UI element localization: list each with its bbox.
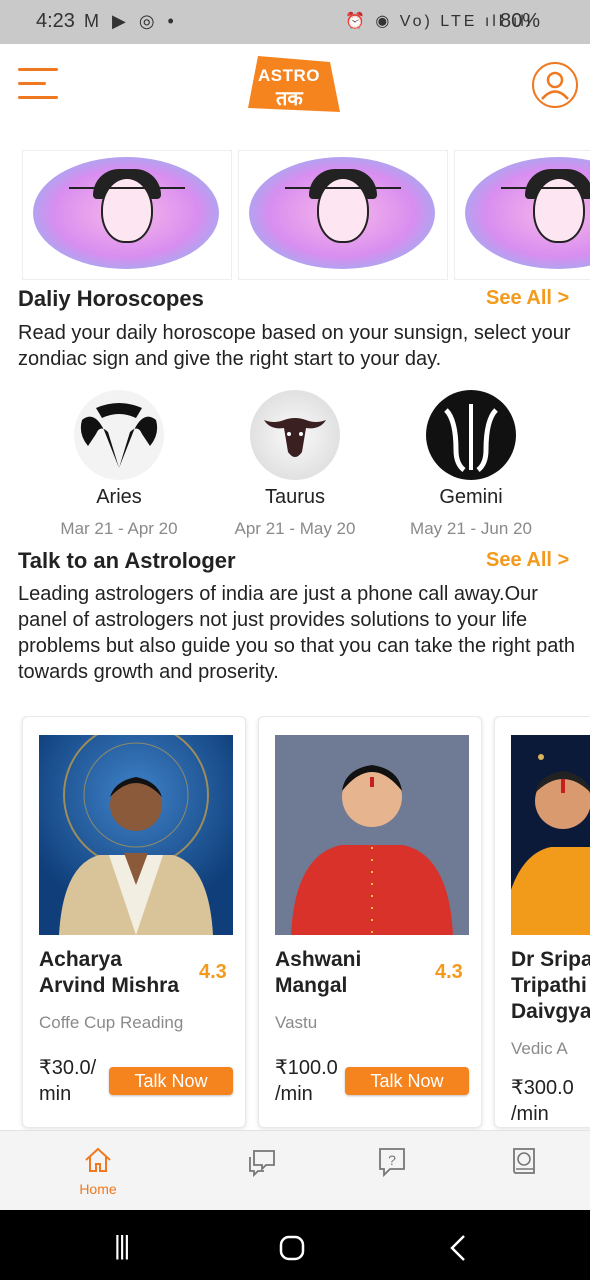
astrologer-photo — [275, 735, 469, 935]
astrologers-title: Talk to an Astrologer — [18, 548, 236, 573]
gemini-icon — [426, 390, 516, 480]
astrologer-specialty: Coffe Cup Reading — [39, 1013, 184, 1032]
astrologer-price: ₹300.0 /min — [511, 1077, 574, 1125]
sign-dates: Apr 21 - May 20 — [234, 519, 356, 538]
book-icon — [513, 1148, 535, 1174]
astrologers-description: Leading astrologers of india are just a … — [18, 583, 576, 683]
banner-card[interactable] — [238, 150, 448, 280]
astrologer-photo — [511, 735, 590, 935]
svg-text:?: ? — [388, 1152, 396, 1168]
astrologer-photo — [39, 735, 233, 935]
status-time: 4:23 — [36, 10, 75, 32]
astrologer-specialty: Vedic A — [511, 1039, 568, 1058]
astrologer-card[interactable]: Ashwani Mangal 4.3 Vastu ₹100.0 /min Tal… — [258, 716, 482, 1128]
astrologer-price: ₹100.0 /min — [275, 1057, 338, 1105]
nav-questions[interactable]: ? — [357, 1145, 427, 1182]
astrologer-price: ₹30.0/ min — [39, 1057, 97, 1105]
bottom-navigation: Home ? — [0, 1130, 590, 1210]
horoscope-banner-carousel[interactable] — [0, 150, 590, 282]
astrologer-name: Ashwani Mangal — [275, 948, 362, 997]
astrologer-card[interactable]: Acharya Arvind Mishra 4.3 Coffe Cup Read… — [22, 716, 246, 1128]
notification-icons: M ▶ ◎ • — [84, 11, 178, 31]
battery-level: 80% — [500, 10, 541, 32]
astrologer-rating: 4.3 — [435, 961, 463, 983]
sign-name: Gemini — [439, 486, 503, 508]
back-button[interactable] — [446, 1230, 470, 1272]
libra-scale-icon — [69, 187, 185, 189]
sign-taurus[interactable]: Taurus Apr 21 - May 20 — [220, 390, 370, 539]
taurus-icon — [250, 390, 340, 480]
app-logo[interactable]: ASTRO तक — [246, 52, 342, 116]
profile-icon[interactable] — [532, 62, 578, 108]
home-icon — [85, 1147, 111, 1172]
astrologer-name: Acharya Arvind Mishra — [39, 948, 180, 997]
app-header: ASTRO तक — [0, 44, 590, 128]
banner-card[interactable] — [22, 150, 232, 280]
astrologer-card[interactable]: Dr Sripati Tripathi Daivgya Vedic A ₹300… — [494, 716, 590, 1128]
astrologer-carousel[interactable]: Acharya Arvind Mishra 4.3 Coffe Cup Read… — [0, 716, 590, 1130]
nav-chat[interactable] — [227, 1145, 297, 1182]
astrologers-see-all-link[interactable]: See All > — [486, 549, 569, 572]
chat-icon — [249, 1150, 275, 1178]
home-button[interactable] — [278, 1230, 306, 1270]
question-icon: ? — [379, 1148, 405, 1178]
sign-name: Taurus — [264, 486, 326, 508]
sign-aries[interactable]: Aries Mar 21 - Apr 20 — [44, 390, 194, 539]
astrologer-specialty: Vastu — [275, 1013, 318, 1032]
menu-icon[interactable] — [18, 66, 60, 102]
banner-card[interactable] — [454, 150, 590, 280]
nav-label: Home — [79, 1181, 117, 1197]
status-bar: 4:23 M ▶ ◎ • ⏰ ◉ Vo) LTE ıll ıll 80% — [0, 0, 590, 44]
libra-scale-icon — [285, 187, 401, 189]
nav-library[interactable] — [489, 1145, 559, 1182]
libra-scale-icon — [501, 187, 590, 189]
sign-gemini[interactable]: Gemini May 21 - Jun 20 — [396, 390, 546, 539]
sign-name: Aries — [96, 486, 142, 508]
nav-home[interactable]: Home — [63, 1145, 133, 1197]
talk-now-button[interactable]: Talk Now — [345, 1067, 469, 1095]
sign-dates: May 21 - Jun 20 — [410, 519, 532, 538]
recents-button[interactable]: ||| — [114, 1230, 130, 1261]
astrologer-rating: 4.3 — [199, 961, 227, 983]
aries-icon — [74, 390, 164, 480]
astrologer-name: Dr Sripati Tripathi Daivgya — [511, 948, 590, 1023]
talk-now-button[interactable]: Talk Now — [109, 1067, 233, 1095]
horoscopes-title: Daliy Horoscopes — [18, 286, 204, 311]
horoscopes-see-all-link[interactable]: See All > — [486, 287, 569, 310]
system-navigation-bar: ||| — [0, 1210, 590, 1280]
horoscopes-description: Read your daily horoscope based on your … — [18, 322, 571, 370]
sign-dates: Mar 21 - Apr 20 — [60, 519, 178, 538]
